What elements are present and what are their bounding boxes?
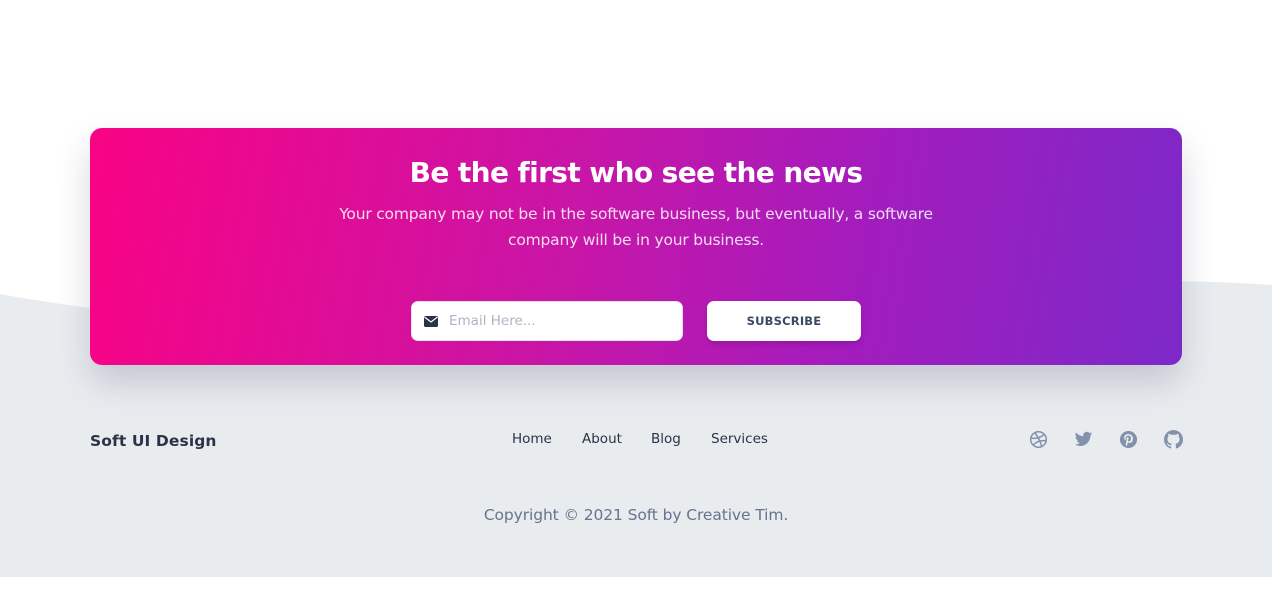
pinterest-icon[interactable] [1119,430,1138,449]
newsletter-title: Be the first who see the news [409,156,863,189]
newsletter-subtitle: Your company may not be in the software … [339,205,933,249]
dribbble-icon[interactable] [1029,430,1048,449]
twitter-icon[interactable] [1074,430,1093,449]
subscribe-button[interactable]: SUBSCRIBE [707,301,861,341]
envelope-icon [424,315,439,327]
email-input[interactable] [449,313,669,329]
footer-nav-blog[interactable]: Blog [651,431,681,447]
footer-nav-services[interactable]: Services [711,431,768,447]
github-icon[interactable] [1164,430,1183,449]
footer-nav-about[interactable]: About [582,431,622,447]
footer-brand: Soft UI Design [90,432,217,450]
email-field[interactable] [411,301,683,341]
footer-nav-home[interactable]: Home [512,431,552,447]
newsletter-card: Be the first who see the news Your compa… [90,128,1182,365]
copyright-text: Copyright © 2021 Soft by Creative Tim. [483,506,789,524]
